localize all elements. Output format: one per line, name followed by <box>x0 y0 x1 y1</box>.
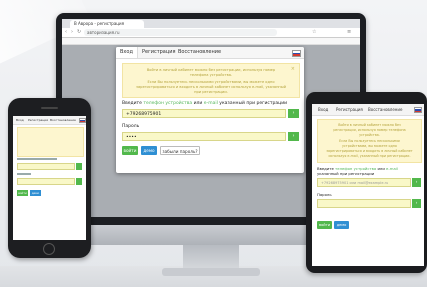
tab-recovery[interactable]: Восстановление <box>50 116 76 124</box>
monitor-stand <box>183 245 239 269</box>
demo-button[interactable]: демо <box>141 146 157 155</box>
login-label: Введите телефон устройства или e-mail ук… <box>122 101 288 106</box>
demo-button[interactable]: демо <box>30 190 41 196</box>
password-label: Пароль <box>122 124 140 129</box>
login-label-suffix: указанный при регистрации <box>317 171 375 176</box>
alert-line: используя e-mail, указанный при регистра… <box>328 154 411 158</box>
tab-login[interactable]: Вход <box>116 47 138 58</box>
russian-flag-icon[interactable] <box>79 118 86 123</box>
phone-speaker <box>41 107 58 109</box>
password-input[interactable]: •••• <box>122 132 286 141</box>
home-button[interactable] <box>43 243 55 255</box>
login-input[interactable]: +79268975901 или mail@example.ru <box>317 178 411 187</box>
russian-flag-icon[interactable] <box>292 50 301 57</box>
tab-recovery[interactable]: Восстановление <box>178 47 221 58</box>
password-label <box>17 173 31 175</box>
star-icon[interactable]: ☆ <box>312 29 316 36</box>
password-go-button[interactable]: › <box>412 199 421 208</box>
tablet-device: Вход Регистрация Восстановление Войти в … <box>306 92 427 273</box>
phone-device: Вход Регистрация Восстановление войти де… <box>8 98 91 258</box>
alert-line: при регистрации. <box>194 90 228 94</box>
forward-icon[interactable]: › <box>71 29 73 36</box>
russian-flag-icon[interactable] <box>414 107 422 113</box>
tab-register[interactable]: Регистрация <box>28 116 48 124</box>
password-input[interactable] <box>317 199 411 208</box>
alert-line: зарегистрироваться и входить в личный ка… <box>326 149 413 153</box>
login-modal: Вход Регистрация Восстановление × Войти … <box>116 47 304 173</box>
alert-line: Если Вы пользуетесь несколькими <box>339 139 400 143</box>
alert-line: Войти в личный кабинет можно без <box>338 123 401 127</box>
login-button[interactable]: войти <box>17 190 28 196</box>
back-icon[interactable]: ‹ <box>65 29 67 36</box>
phone-screen: Вход Регистрация Восстановление войти де… <box>13 116 86 240</box>
demo-button[interactable]: демо <box>334 221 349 229</box>
reload-icon[interactable]: ↻ <box>77 29 81 36</box>
browser-address-bar: ‹ › ↻ авторизация.ru ☆ ≡ <box>62 28 360 38</box>
tab-recovery[interactable]: Восстановление <box>368 104 402 115</box>
login-input[interactable]: +79268975901 <box>122 109 286 118</box>
alert-line: телефона устройства. <box>189 73 233 77</box>
alert-line: Войти в личный кабинет можно без регистр… <box>146 68 276 72</box>
menu-icon[interactable]: ≡ <box>347 29 351 36</box>
password-go-button[interactable] <box>76 178 82 185</box>
alert-line: устройствами, вы можете одно <box>342 144 397 148</box>
alert-line: регистрации, используя номер телефона <box>333 128 406 132</box>
monitor-base <box>162 268 260 276</box>
password-label: Пароль <box>317 192 332 197</box>
modal-tabs: Вход Регистрация Восстановление <box>116 47 304 59</box>
tablet-screen: Вход Регистрация Восстановление Войти в … <box>312 104 424 266</box>
device-mockup-scene: В Аврора - регистрация ‹ › ↻ авторизация… <box>0 0 427 287</box>
browser-tab[interactable]: В Аврора - регистрация <box>70 20 144 28</box>
info-alert: × Войти в личный кабинет можно без регис… <box>122 63 300 98</box>
tab-register[interactable]: Регистрация <box>142 47 176 58</box>
alert-line: Если Вы пользуетесь несколькими устройст… <box>147 80 275 84</box>
forgot-password-button[interactable]: забыли пароль? <box>160 146 200 155</box>
tab-login[interactable]: Вход <box>318 104 328 115</box>
phone-tabs: Вход Регистрация Восстановление <box>13 116 86 125</box>
info-alert: Войти в личный кабинет можно без регистр… <box>317 119 422 163</box>
info-alert <box>17 127 84 157</box>
url-field[interactable]: авторизация.ru <box>84 29 277 36</box>
login-label <box>17 158 57 160</box>
password-input[interactable] <box>17 178 75 185</box>
alert-line: устройства. <box>359 133 380 137</box>
login-go-button[interactable]: › <box>288 109 299 118</box>
browser-tab-bar: В Аврора - регистрация <box>62 19 360 28</box>
alert-line: зарегистрироваться и входить в личный ка… <box>136 85 286 89</box>
login-go-button[interactable] <box>76 163 82 170</box>
tab-login[interactable]: Вход <box>16 116 24 124</box>
bookmarks-bar <box>62 38 360 45</box>
login-button[interactable]: войти <box>122 146 138 155</box>
login-input[interactable] <box>17 163 75 170</box>
tablet-tabs: Вход Регистрация Восстановление <box>312 104 424 116</box>
tab-register[interactable]: Регистрация <box>336 104 363 115</box>
login-button[interactable]: войти <box>317 221 332 229</box>
password-go-button[interactable]: › <box>288 132 299 141</box>
login-go-button[interactable]: › <box>412 178 421 187</box>
